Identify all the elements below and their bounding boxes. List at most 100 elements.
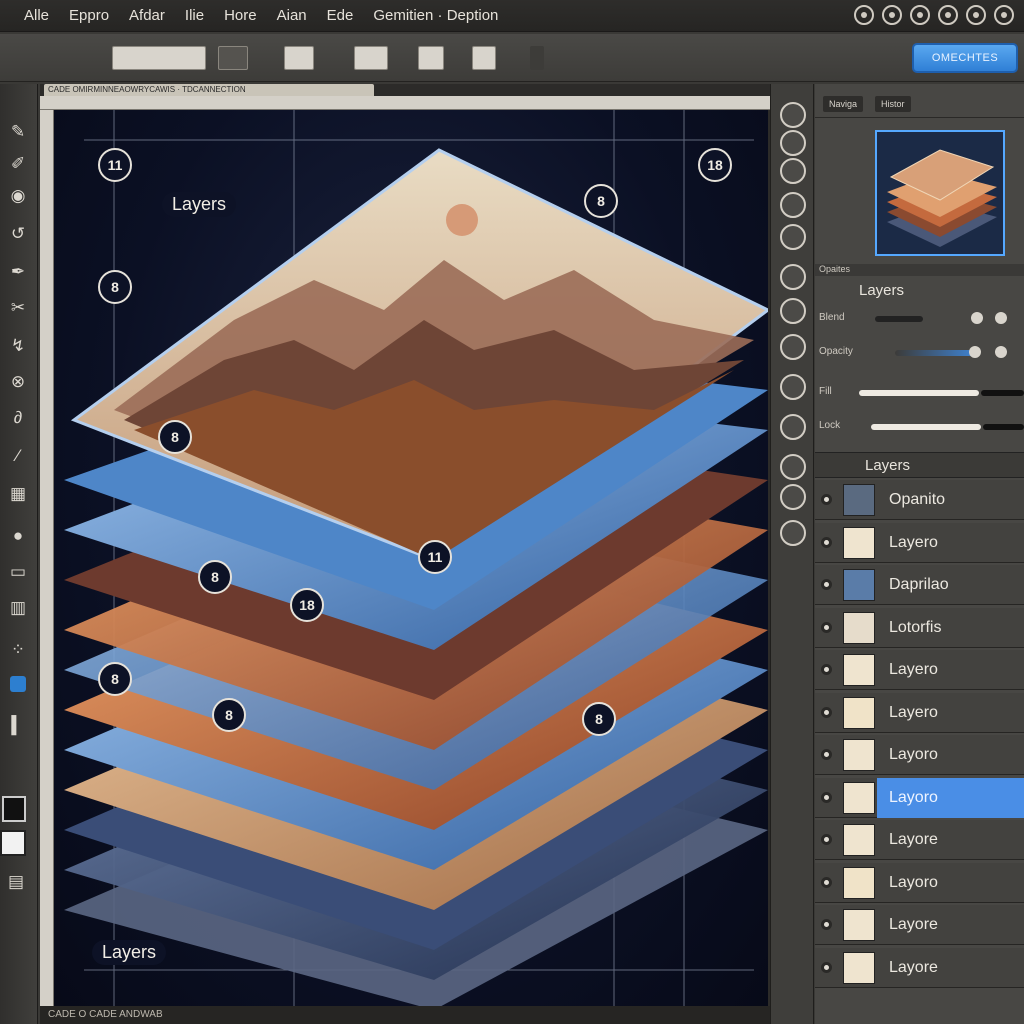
- visibility-eye-icon[interactable]: [821, 834, 832, 845]
- panel-icon[interactable]: [780, 414, 806, 440]
- tab-history[interactable]: Histor: [875, 96, 911, 112]
- layer-row[interactable]: Layero: [815, 650, 1024, 690]
- zoom-tool-icon[interactable]: ▍: [6, 714, 30, 738]
- visibility-eye-icon[interactable]: [821, 579, 832, 590]
- panel-icon[interactable]: [780, 298, 806, 324]
- callout-marker[interactable]: 8: [98, 662, 132, 696]
- mode-toggle[interactable]: [218, 46, 248, 70]
- eye-tool-icon[interactable]: ◉: [6, 184, 30, 208]
- visibility-eye-icon[interactable]: [821, 961, 832, 973]
- layer-row[interactable]: Layero: [815, 522, 1024, 563]
- panel-icon[interactable]: [780, 224, 806, 250]
- panel-icon[interactable]: [780, 334, 806, 360]
- callout-marker[interactable]: 8: [212, 698, 246, 732]
- fill-slider[interactable]: [859, 390, 979, 396]
- magic-wand-tool-icon[interactable]: ⁄: [6, 444, 30, 468]
- quick-mask-icon[interactable]: ▤: [4, 870, 28, 894]
- type-tool-icon[interactable]: ▭: [6, 560, 30, 584]
- smudge-tool-icon[interactable]: ∂: [6, 406, 30, 430]
- callout-marker[interactable]: 18: [698, 148, 732, 182]
- tab-navigator[interactable]: Naviga: [823, 96, 864, 112]
- layer-row[interactable]: Layoro: [815, 735, 1024, 775]
- layer-row[interactable]: Layore: [815, 820, 1024, 860]
- artboard[interactable]: Layers Layers 11 8 18 8 8 11 8 18 8 8 8: [54, 110, 768, 1006]
- visibility-eye-icon[interactable]: [821, 536, 832, 548]
- menu-item[interactable]: Alle: [0, 7, 59, 24]
- layer-row[interactable]: Layore: [815, 905, 1024, 945]
- visibility-eye-icon[interactable]: [821, 749, 832, 760]
- visibility-eye-icon[interactable]: [821, 664, 832, 675]
- tool-preset-dropdown[interactable]: [112, 46, 206, 70]
- shape-tool-icon[interactable]: ▥: [6, 596, 30, 620]
- menu-item[interactable]: Ede: [317, 7, 364, 24]
- dodge-tool-icon[interactable]: ●: [6, 524, 30, 548]
- panel-icon[interactable]: [780, 454, 806, 480]
- panel-icon[interactable]: [780, 520, 806, 546]
- horizontal-ruler[interactable]: [40, 96, 770, 110]
- callout-marker[interactable]: 8: [198, 560, 232, 594]
- panel-icon[interactable]: [780, 102, 806, 128]
- panel-icon[interactable]: [780, 484, 806, 510]
- lasso-tool-icon[interactable]: ↺: [6, 222, 30, 246]
- workspace-icon[interactable]: [854, 5, 874, 25]
- layer-row[interactable]: Daprilao: [815, 565, 1024, 605]
- panel-icon[interactable]: [780, 374, 806, 400]
- visibility-eye-icon[interactable]: [821, 876, 832, 888]
- lock-slider[interactable]: [871, 424, 981, 430]
- callout-marker[interactable]: 8: [98, 270, 132, 304]
- callout-marker[interactable]: 18: [290, 588, 324, 622]
- active-tool-icon[interactable]: [10, 676, 26, 692]
- visibility-eye-icon[interactable]: [821, 791, 832, 803]
- menu-item[interactable]: Afdar: [119, 7, 175, 24]
- pen-tool-icon[interactable]: ✒: [6, 260, 30, 284]
- callout-marker[interactable]: 11: [98, 148, 132, 182]
- menu-item[interactable]: Ilie: [175, 7, 214, 24]
- callout-marker[interactable]: 8: [582, 702, 616, 736]
- heal-tool-icon[interactable]: ↯: [6, 334, 30, 358]
- menu-item[interactable]: Aian: [267, 7, 317, 24]
- option-dot[interactable]: [971, 312, 983, 324]
- document-tab[interactable]: CADE OMIRMINNEAOWRYCAWIS · TDCANNECTION: [44, 84, 374, 96]
- hand-tool-icon[interactable]: ⁘: [6, 638, 30, 662]
- vertical-ruler[interactable]: [40, 110, 54, 1008]
- visibility-eye-icon[interactable]: [821, 706, 832, 718]
- navigator-thumbnail[interactable]: [875, 130, 1005, 256]
- panel-icon[interactable]: [780, 158, 806, 184]
- layer-row[interactable]: Layero: [815, 692, 1024, 733]
- size-field[interactable]: [354, 46, 388, 70]
- layer-row[interactable]: Layore: [815, 947, 1024, 988]
- settings-icon[interactable]: [910, 5, 930, 25]
- option-toggle[interactable]: [284, 46, 314, 70]
- callout-marker[interactable]: 8: [158, 420, 192, 454]
- crop-tool-icon[interactable]: ✂: [6, 296, 30, 320]
- stamp-tool-icon[interactable]: ⊗: [6, 370, 30, 394]
- option-dot[interactable]: [995, 312, 1007, 324]
- visibility-eye-icon[interactable]: [821, 621, 832, 633]
- blend-mode-dropdown[interactable]: [875, 316, 923, 322]
- layer-row[interactable]: Opanito: [815, 480, 1024, 520]
- layer-row[interactable]: Layoro: [815, 777, 1024, 818]
- menu-item[interactable]: Gemitien · Deption: [363, 7, 508, 24]
- foreground-color-swatch[interactable]: [2, 796, 26, 822]
- view-icon[interactable]: [966, 5, 986, 25]
- layer-row[interactable]: Lotorfis: [815, 607, 1024, 648]
- share-icon[interactable]: [882, 5, 902, 25]
- visibility-eye-icon[interactable]: [821, 494, 832, 505]
- primary-action-button[interactable]: OMECHTES: [912, 43, 1018, 73]
- cloud-icon[interactable]: [938, 5, 958, 25]
- opacity-slider-knob[interactable]: [969, 346, 981, 358]
- option-toggle[interactable]: [418, 46, 444, 70]
- panel-icon[interactable]: [780, 130, 806, 156]
- background-color-swatch[interactable]: [0, 830, 26, 856]
- visibility-eye-icon[interactable]: [821, 919, 832, 930]
- panel-icon[interactable]: [780, 264, 806, 290]
- move-tool-icon[interactable]: ✎: [6, 120, 30, 144]
- layer-row[interactable]: Layoro: [815, 862, 1024, 903]
- menu-item[interactable]: Hore: [214, 7, 267, 24]
- callout-marker[interactable]: 8: [584, 184, 618, 218]
- option-toggle[interactable]: [472, 46, 496, 70]
- opacity-slider[interactable]: [895, 350, 977, 356]
- callout-marker[interactable]: 11: [418, 540, 452, 574]
- option-dot[interactable]: [995, 346, 1007, 358]
- grid-tool-icon[interactable]: ▦: [6, 482, 30, 506]
